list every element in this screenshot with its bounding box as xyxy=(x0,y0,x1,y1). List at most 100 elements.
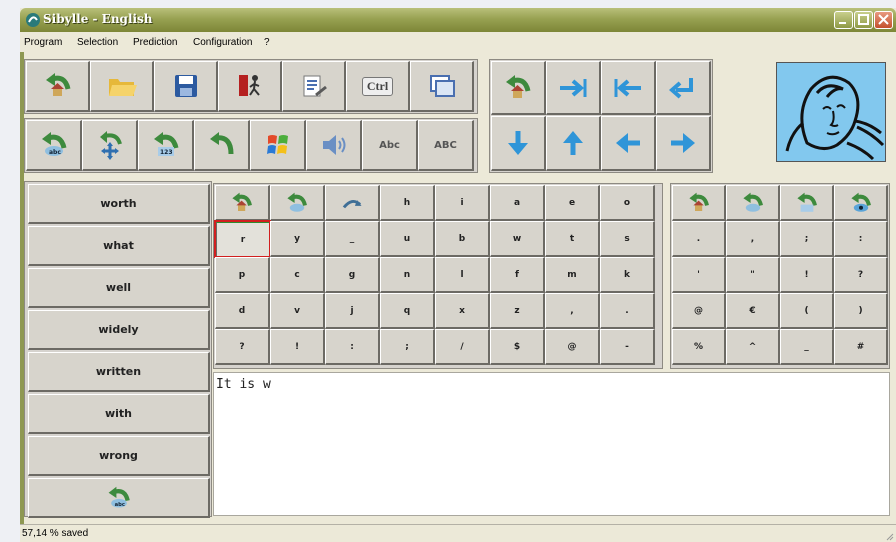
letter-key[interactable]: w xyxy=(490,221,545,257)
ctrl-button[interactable]: Ctrl xyxy=(346,61,410,112)
speak-button[interactable] xyxy=(306,120,362,171)
open-button[interactable] xyxy=(90,61,154,112)
close-button[interactable] xyxy=(874,11,893,29)
letter-key[interactable]: . xyxy=(600,293,655,329)
letter-key[interactable]: k xyxy=(600,257,655,293)
letter-key[interactable]: : xyxy=(325,329,380,365)
punctuation-key[interactable]: . xyxy=(672,221,726,257)
menu-prediction[interactable]: Prediction xyxy=(133,37,177,48)
letter-key[interactable]: x xyxy=(435,293,490,329)
letter-key[interactable]: @ xyxy=(545,329,600,365)
letter-key[interactable]: h xyxy=(380,185,435,221)
minimize-button[interactable] xyxy=(834,11,853,29)
letter-key[interactable]: _ xyxy=(325,221,380,257)
edit-button[interactable] xyxy=(282,61,346,112)
letter-key[interactable]: b xyxy=(435,221,490,257)
prediction-word[interactable]: worth xyxy=(28,184,210,224)
letter-key[interactable]: - xyxy=(600,329,655,365)
letter-key[interactable]: j xyxy=(325,293,380,329)
punctuation-key[interactable]: ! xyxy=(780,257,834,293)
punctuation-icon-key[interactable] xyxy=(780,185,834,221)
prediction-word[interactable]: wrong xyxy=(28,436,210,476)
punctuation-icon-key[interactable] xyxy=(672,185,726,221)
prediction-word[interactable]: written xyxy=(28,352,210,392)
home-button[interactable] xyxy=(26,61,90,112)
letter-key[interactable]: , xyxy=(545,293,600,329)
letter-key[interactable]: p xyxy=(215,257,270,293)
punctuation-icon-key[interactable] xyxy=(834,185,888,221)
resize-grip-icon[interactable] xyxy=(884,531,894,541)
punctuation-key[interactable]: " xyxy=(726,257,780,293)
punctuation-icon-key[interactable] xyxy=(726,185,780,221)
letter-key[interactable]: ? xyxy=(215,329,270,365)
letter-key[interactable]: s xyxy=(600,221,655,257)
enter-button[interactable] xyxy=(656,61,711,115)
abc-upper-button[interactable]: ABC xyxy=(418,120,474,171)
punctuation-key[interactable]: # xyxy=(834,329,888,365)
punctuation-key[interactable]: ) xyxy=(834,293,888,329)
arrow-down-button[interactable] xyxy=(491,116,546,171)
arrow-right-button[interactable] xyxy=(656,116,711,171)
prediction-word[interactable]: with xyxy=(28,394,210,434)
menu-help[interactable]: ? xyxy=(264,37,270,48)
arrow-up-button[interactable] xyxy=(546,116,601,171)
punctuation-key[interactable]: ? xyxy=(834,257,888,293)
letter-key[interactable]: ; xyxy=(380,329,435,365)
letter-key[interactable]: n xyxy=(380,257,435,293)
home-abc-button[interactable]: abc xyxy=(26,120,82,171)
letter-key[interactable]: / xyxy=(435,329,490,365)
keyboard-icon-key[interactable] xyxy=(270,185,325,221)
punctuation-key[interactable]: _ xyxy=(780,329,834,365)
window-button[interactable] xyxy=(410,61,474,112)
move-button[interactable] xyxy=(82,120,138,171)
menu-configuration[interactable]: Configuration xyxy=(193,37,252,48)
maximize-button[interactable] xyxy=(854,11,873,29)
punctuation-key[interactable]: ( xyxy=(780,293,834,329)
punctuation-key[interactable]: % xyxy=(672,329,726,365)
punctuation-key[interactable]: , xyxy=(726,221,780,257)
keyboard-icon-key[interactable] xyxy=(325,185,380,221)
punctuation-key[interactable]: € xyxy=(726,293,780,329)
menu-selection[interactable]: Selection xyxy=(77,37,118,48)
letter-key[interactable]: ! xyxy=(270,329,325,365)
letter-key[interactable]: z xyxy=(490,293,545,329)
prediction-word[interactable]: widely xyxy=(28,310,210,350)
selected-letter-key[interactable]: r xyxy=(214,220,271,258)
letter-key[interactable]: o xyxy=(600,185,655,221)
letter-key[interactable]: f xyxy=(490,257,545,293)
keyboard-icon-key[interactable] xyxy=(215,185,270,221)
letter-key[interactable]: e xyxy=(545,185,600,221)
menu-program[interactable]: Program xyxy=(24,37,62,48)
undo-button[interactable] xyxy=(194,120,250,171)
letter-key[interactable]: t xyxy=(545,221,600,257)
letter-key[interactable]: y xyxy=(270,221,325,257)
letter-key[interactable]: i xyxy=(435,185,490,221)
letter-key[interactable]: $ xyxy=(490,329,545,365)
letter-key[interactable]: u xyxy=(380,221,435,257)
prediction-word[interactable]: well xyxy=(28,268,210,308)
save-button[interactable] xyxy=(154,61,218,112)
letter-key[interactable]: v xyxy=(270,293,325,329)
punctuation-key[interactable]: @ xyxy=(672,293,726,329)
letter-key[interactable]: g xyxy=(325,257,380,293)
nav-home-button[interactable] xyxy=(491,61,546,115)
exit-button[interactable] xyxy=(218,61,282,112)
letter-key[interactable]: q xyxy=(380,293,435,329)
text-editor[interactable]: It is w xyxy=(213,372,890,516)
letter-key[interactable]: a xyxy=(490,185,545,221)
prediction-word[interactable]: what xyxy=(28,226,210,266)
windows-button[interactable] xyxy=(250,120,306,171)
arrow-left-button[interactable] xyxy=(601,116,656,171)
prediction-home-button[interactable]: abc xyxy=(28,478,210,518)
punctuation-key[interactable]: ' xyxy=(672,257,726,293)
tab-left-button[interactable] xyxy=(601,61,656,115)
letter-key[interactable]: c xyxy=(270,257,325,293)
letter-key[interactable]: m xyxy=(545,257,600,293)
punctuation-key[interactable]: ^ xyxy=(726,329,780,365)
punctuation-key[interactable]: ; xyxy=(780,221,834,257)
letter-key[interactable]: d xyxy=(215,293,270,329)
punctuation-key[interactable]: : xyxy=(834,221,888,257)
abc-lower-button[interactable]: Abc xyxy=(362,120,418,171)
tab-right-button[interactable] xyxy=(546,61,601,115)
letter-key[interactable]: l xyxy=(435,257,490,293)
